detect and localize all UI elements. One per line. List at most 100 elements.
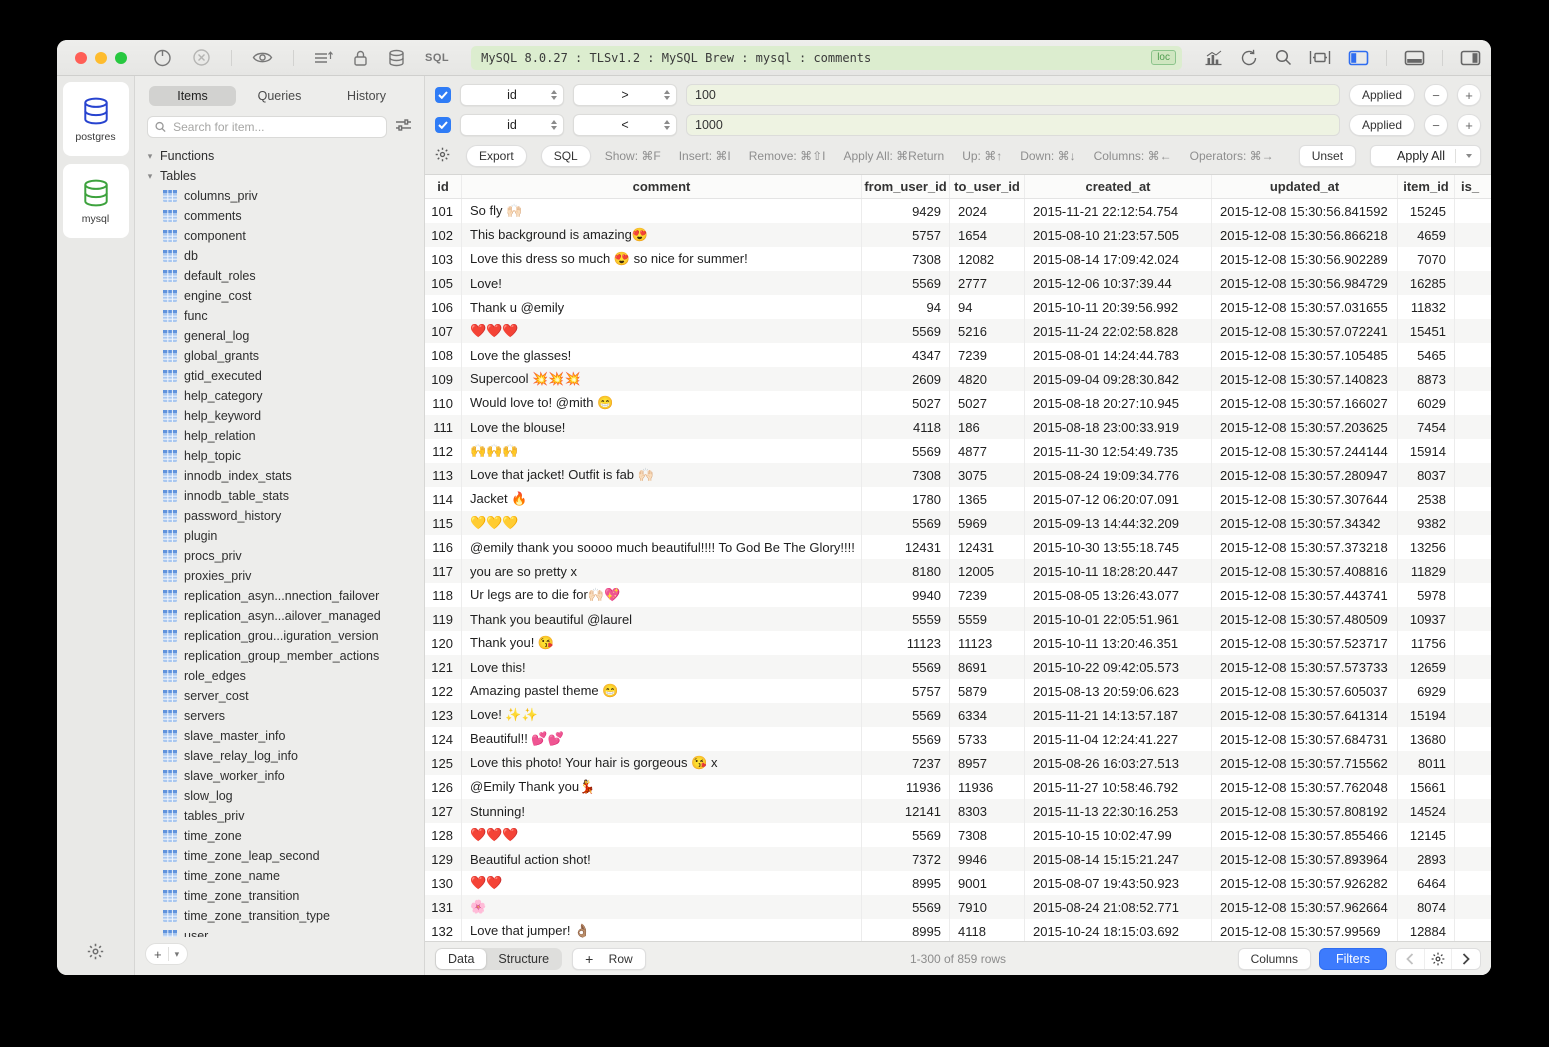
cell-is_[interactable]	[1455, 847, 1491, 871]
sql-button[interactable]: SQL	[541, 145, 591, 167]
cell-updated_at[interactable]: 2015-12-08 15:30:57.480509	[1212, 607, 1398, 631]
cell-is_[interactable]	[1455, 319, 1491, 343]
cell-updated_at[interactable]: 2015-12-08 15:30:57.605037	[1212, 679, 1398, 703]
cell-comment[interactable]: ❤️❤️❤️	[462, 319, 862, 343]
refresh-icon[interactable]	[1240, 49, 1258, 67]
cell-from_user_id[interactable]: 5569	[862, 895, 950, 919]
cell-from_user_id[interactable]: 7372	[862, 847, 950, 871]
cell-updated_at[interactable]: 2015-12-08 15:30:57.203625	[1212, 415, 1398, 439]
table-row-120[interactable]: 120Thank you! 😘11123111232015-10-11 13:2…	[425, 631, 1491, 655]
cell-created_at[interactable]: 2015-07-12 06:20:07.091	[1025, 487, 1212, 511]
cell-created_at[interactable]: 2015-08-24 21:08:52.771	[1025, 895, 1212, 919]
cell-item_id[interactable]: 2893	[1398, 847, 1455, 871]
remove-filter-button[interactable]: −	[1424, 114, 1448, 136]
cell-comment[interactable]: 🙌🙌🙌	[462, 439, 862, 463]
cell-updated_at[interactable]: 2015-12-08 15:30:57.244144	[1212, 439, 1398, 463]
table-row-127[interactable]: 127Stunning!1214183032015-11-13 22:30:16…	[425, 799, 1491, 823]
search-icon[interactable]	[1275, 49, 1292, 66]
cell-to_user_id[interactable]: 3075	[950, 463, 1025, 487]
filter-enabled-checkbox[interactable]	[435, 87, 451, 103]
cell-is_[interactable]	[1455, 487, 1491, 511]
cell-created_at[interactable]: 2015-11-27 10:58:46.792	[1025, 775, 1212, 799]
cell-created_at[interactable]: 2015-10-01 22:05:51.961	[1025, 607, 1212, 631]
cell-id[interactable]: 121	[425, 655, 462, 679]
cell-comment[interactable]: Love that jacket! Outfit is fab 🙌🏻	[462, 463, 862, 487]
cell-from_user_id[interactable]: 7308	[862, 247, 950, 271]
cell-to_user_id[interactable]: 7910	[950, 895, 1025, 919]
cell-item_id[interactable]: 13680	[1398, 727, 1455, 751]
cell-from_user_id[interactable]: 5559	[862, 607, 950, 631]
cell-from_user_id[interactable]: 5757	[862, 223, 950, 247]
cell-id[interactable]: 118	[425, 583, 462, 607]
sidebar-table-time_zone[interactable]: time_zone	[135, 826, 424, 846]
table-row-126[interactable]: 126@Emily Thank you💃11936119362015-11-27…	[425, 775, 1491, 799]
cell-to_user_id[interactable]: 2777	[950, 271, 1025, 295]
cell-to_user_id[interactable]: 5733	[950, 727, 1025, 751]
cell-to_user_id[interactable]: 11936	[950, 775, 1025, 799]
cell-created_at[interactable]: 2015-10-30 13:55:18.745	[1025, 535, 1212, 559]
cell-updated_at[interactable]: 2015-12-08 15:30:57.99569	[1212, 919, 1398, 941]
cell-comment[interactable]: Love this photo! Your hair is gorgeous 😘…	[462, 751, 862, 775]
tab-structure[interactable]: Structure	[486, 949, 561, 969]
cell-is_[interactable]	[1455, 631, 1491, 655]
sidebar-table-help_category[interactable]: help_category	[135, 386, 424, 406]
cell-is_[interactable]	[1455, 463, 1491, 487]
tree-section-tables[interactable]: ▾ Tables	[135, 166, 424, 186]
bottom-panel-toggle-icon[interactable]	[1404, 50, 1425, 66]
column-header-comment[interactable]: comment	[462, 175, 862, 198]
cell-comment[interactable]: 💛💛💛	[462, 511, 862, 535]
cell-comment[interactable]: Thank u @emily	[462, 295, 862, 319]
cell-id[interactable]: 106	[425, 295, 462, 319]
cell-item_id[interactable]: 7070	[1398, 247, 1455, 271]
cell-comment[interactable]: Stunning!	[462, 799, 862, 823]
cell-item_id[interactable]: 12659	[1398, 655, 1455, 679]
cell-id[interactable]: 105	[425, 271, 462, 295]
column-header-to_user_id[interactable]: to_user_id	[950, 175, 1025, 198]
filter-column-select[interactable]: id	[460, 84, 564, 106]
tab-items[interactable]: Items	[149, 86, 236, 106]
sidebar-table-role_edges[interactable]: role_edges	[135, 666, 424, 686]
cell-id[interactable]: 108	[425, 343, 462, 367]
cell-item_id[interactable]: 15661	[1398, 775, 1455, 799]
unset-button[interactable]: Unset	[1299, 145, 1356, 167]
cell-comment[interactable]: Love!	[462, 271, 862, 295]
table-row-116[interactable]: 116@emily thank you soooo much beautiful…	[425, 535, 1491, 559]
cell-comment[interactable]: Beautiful action shot!	[462, 847, 862, 871]
cell-to_user_id[interactable]: 4820	[950, 367, 1025, 391]
cell-from_user_id[interactable]: 11123	[862, 631, 950, 655]
next-page-button[interactable]	[1452, 949, 1480, 969]
cell-to_user_id[interactable]: 5559	[950, 607, 1025, 631]
column-header-id[interactable]: id	[425, 175, 462, 198]
cell-created_at[interactable]: 2015-10-24 18:15:03.692	[1025, 919, 1212, 941]
sidebar-table-procs_priv[interactable]: procs_priv	[135, 546, 424, 566]
cell-updated_at[interactable]: 2015-12-08 15:30:57.893964	[1212, 847, 1398, 871]
cell-is_[interactable]	[1455, 391, 1491, 415]
cell-id[interactable]: 123	[425, 703, 462, 727]
close-window-button[interactable]	[75, 52, 87, 64]
cell-from_user_id[interactable]: 7237	[862, 751, 950, 775]
cell-updated_at[interactable]: 2015-12-08 15:30:57.808192	[1212, 799, 1398, 823]
cell-is_[interactable]	[1455, 727, 1491, 751]
cell-item_id[interactable]: 16285	[1398, 271, 1455, 295]
cell-created_at[interactable]: 2015-11-30 12:54:49.735	[1025, 439, 1212, 463]
cell-updated_at[interactable]: 2015-12-08 15:30:57.307644	[1212, 487, 1398, 511]
cell-comment[interactable]: Love! ✨✨	[462, 703, 862, 727]
table-row-102[interactable]: 102This background is amazing😍5757165420…	[425, 223, 1491, 247]
cell-is_[interactable]	[1455, 751, 1491, 775]
sidebar-table-general_log[interactable]: general_log	[135, 326, 424, 346]
table-row-106[interactable]: 106Thank u @emily94942015-10-11 20:39:56…	[425, 295, 1491, 319]
cell-created_at[interactable]: 2015-11-21 22:12:54.754	[1025, 199, 1212, 223]
add-filter-button[interactable]: +	[1457, 84, 1481, 106]
cell-is_[interactable]	[1455, 343, 1491, 367]
sidebar-table-component[interactable]: component	[135, 226, 424, 246]
cell-from_user_id[interactable]: 5569	[862, 319, 950, 343]
table-row-111[interactable]: 111Love the blouse!41181862015-08-18 23:…	[425, 415, 1491, 439]
cell-to_user_id[interactable]: 12005	[950, 559, 1025, 583]
cell-is_[interactable]	[1455, 511, 1491, 535]
table-row-130[interactable]: 130❤️❤️899590012015-08-07 19:43:50.92320…	[425, 871, 1491, 895]
add-row-button[interactable]: + Row	[572, 948, 646, 970]
sidebar-table-help_topic[interactable]: help_topic	[135, 446, 424, 466]
table-row-112[interactable]: 112🙌🙌🙌556948772015-11-30 12:54:49.735201…	[425, 439, 1491, 463]
cell-item_id[interactable]: 10937	[1398, 607, 1455, 631]
cell-to_user_id[interactable]: 9946	[950, 847, 1025, 871]
